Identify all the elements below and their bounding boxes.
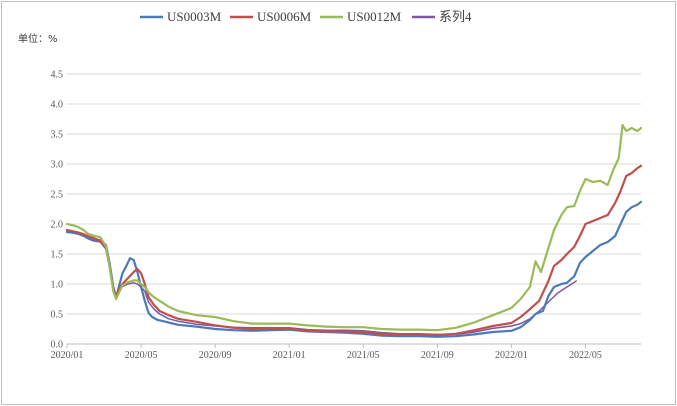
legend-label: US0006M [257,9,312,24]
legend: US0003M US0006M US0012M 系列4 [140,9,472,24]
x-tick-label: 2021/05 [347,350,380,361]
y-tick-label: 2.5 [51,190,64,201]
y-tick-label: 0.0 [51,340,64,351]
y-tick-label: 3.0 [51,160,64,171]
legend-item: 系列4 [412,9,472,24]
legend-item: US0006M [230,9,312,24]
line-chart: US0003M US0006M US0012M 系列4 单位：% 0.0 0.5 1.0 1… [18,9,643,361]
x-axis: 2020/01 2020/05 2020/09 2021/01 2021/05 2021/… [51,344,602,361]
x-tick-label: 2022/05 [569,350,602,361]
legend-item: US0012M [320,9,402,24]
y-tick-label: 0.5 [51,310,64,321]
x-tick-label: 2022/01 [495,350,528,361]
y-tick-label: 3.5 [51,130,64,141]
x-tick-label: 2020/09 [199,350,232,361]
x-tick-label: 2020/01 [51,350,84,361]
y-tick-label: 2.0 [51,220,64,231]
legend-label: US0012M [347,9,402,24]
legend-label: US0003M [167,9,222,24]
y-tick-label: 1.0 [51,280,64,291]
series-line [65,164,643,337]
legend-item: US0003M [140,9,222,24]
x-tick-label: 2021/09 [421,350,454,361]
y-tick-label: 1.5 [51,250,64,261]
series-lines [65,123,643,338]
series-line [65,123,643,332]
x-tick-label: 2020/05 [125,350,158,361]
series-line [65,200,643,338]
series-line [66,231,577,336]
y-axis-ticks: 0.0 0.5 1.0 1.5 2.0 2.5 3.0 3.5 4.0 4.5 [51,70,64,351]
unit-label: 单位：% [18,32,58,45]
y-tick-label: 4.5 [51,70,64,81]
legend-label: 系列4 [439,9,472,24]
y-tick-label: 4.0 [51,100,64,111]
x-tick-label: 2021/01 [273,350,306,361]
